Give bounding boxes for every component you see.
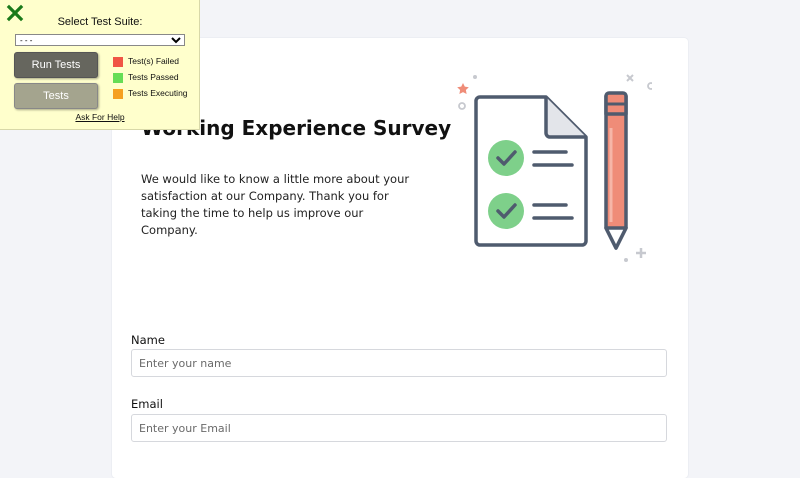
executing-swatch [113, 89, 123, 99]
survey-description: We would like to know a little more abou… [141, 172, 410, 237]
pencil-icon [604, 91, 628, 250]
test-suite-title: Select Test Suite: [57, 16, 143, 28]
run-tests-button[interactable]: Run Tests [14, 52, 98, 78]
name-input[interactable] [131, 349, 667, 377]
survey-document-icon [474, 95, 588, 247]
test-runner-panel: Select Test Suite: - - - Run Tests Tests… [0, 0, 200, 130]
test-suite-select[interactable]: - - - [15, 34, 185, 46]
survey-illustration [457, 74, 652, 262]
email-input[interactable] [131, 414, 667, 442]
tests-button[interactable]: Tests [14, 83, 98, 109]
name-label: Name [131, 333, 165, 347]
legend-failed-label: Test(s) Failed [128, 56, 180, 66]
failed-swatch [113, 57, 123, 67]
email-label: Email [131, 397, 163, 411]
legend-executing-label: Tests Executing [128, 88, 188, 98]
legend-passed-label: Tests Passed [128, 72, 179, 82]
passed-swatch [113, 73, 123, 83]
ask-for-help-link[interactable]: Ask For Help [0, 112, 200, 122]
